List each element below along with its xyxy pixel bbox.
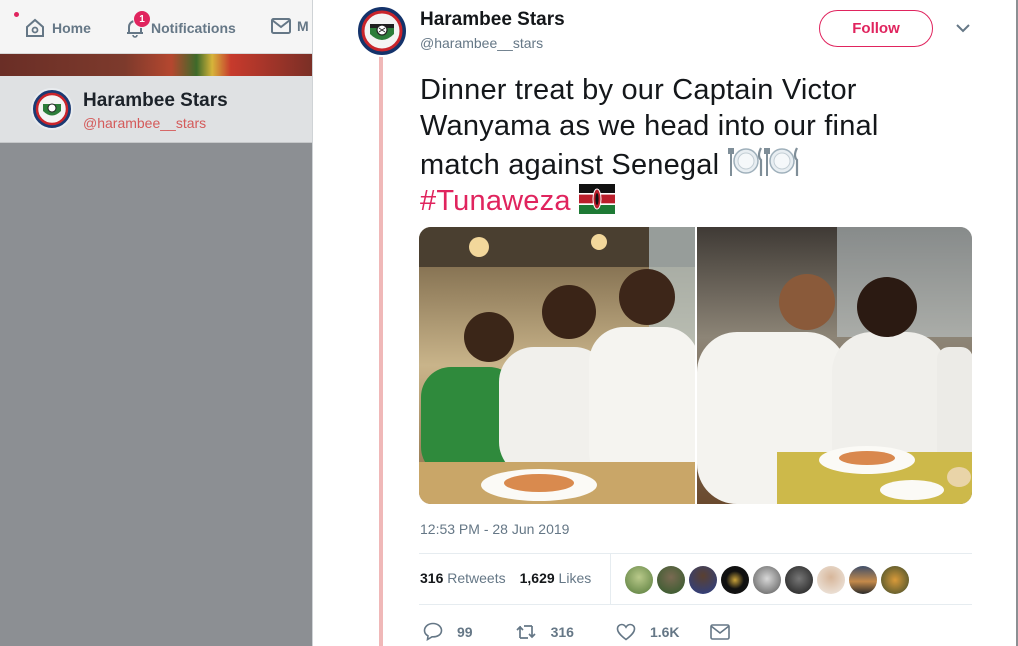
likes-count: 1,629	[519, 570, 555, 586]
background-profile-handle[interactable]: @harambee__stars	[83, 115, 206, 131]
federation-logo-icon	[361, 10, 403, 52]
liker-avatar[interactable]	[689, 566, 717, 594]
reply-icon	[423, 622, 443, 641]
retweets-label: Retweets	[447, 570, 506, 586]
retweets-stat[interactable]: 316 Retweets	[420, 570, 506, 586]
retweet-count: 316	[550, 623, 574, 640]
background-profile-card: Harambee Stars @harambee__stars	[0, 76, 312, 143]
liker-avatars	[625, 566, 909, 594]
avatar[interactable]	[31, 88, 73, 130]
nav-messages[interactable]: M	[271, 18, 309, 34]
fork-knife-plate-icon	[763, 147, 798, 176]
players-dinner-photo	[419, 227, 695, 504]
like-count: 1.6K	[649, 623, 680, 640]
liker-avatar[interactable]	[785, 566, 813, 594]
direct-message-button[interactable]	[709, 623, 730, 640]
tweet-actions: 99 316 1.6K	[423, 622, 730, 641]
envelope-icon	[271, 18, 291, 34]
likes-label: Likes	[558, 570, 592, 586]
background-profile-name[interactable]: Harambee Stars	[83, 90, 228, 112]
divider	[610, 554, 611, 604]
home-icon	[26, 18, 44, 37]
divider	[419, 604, 972, 605]
notification-badge: 1	[133, 10, 151, 28]
chevron-down-icon[interactable]	[953, 18, 973, 38]
liker-avatar[interactable]	[753, 566, 781, 594]
heart-icon	[616, 623, 636, 641]
profile-banner	[0, 54, 312, 76]
tweet-author-handle[interactable]: @harambee__stars	[420, 35, 543, 51]
nav-messages-label: M	[297, 18, 309, 34]
liker-avatar[interactable]	[657, 566, 685, 594]
retweet-button[interactable]: 316	[515, 623, 574, 641]
tweet-author-name[interactable]: Harambee Stars	[420, 9, 565, 31]
reply-count: 99	[457, 623, 473, 640]
like-button[interactable]: 1.6K	[616, 623, 680, 641]
reply-button[interactable]: 99	[423, 622, 473, 641]
likes-stat[interactable]: 1,629 Likes	[520, 570, 592, 586]
follow-button[interactable]: Follow	[819, 10, 933, 47]
kenya-flag-icon	[578, 184, 615, 214]
thread-line	[379, 56, 383, 646]
nav-home[interactable]: Home	[24, 18, 91, 38]
liker-avatar[interactable]	[849, 566, 877, 594]
page-overlay[interactable]	[0, 143, 312, 646]
tweet-stats: 316 Retweets 1,629 Likes	[420, 570, 591, 586]
liker-avatar[interactable]	[721, 566, 749, 594]
tweet-photo-2[interactable]	[696, 227, 972, 504]
retweet-icon	[515, 624, 536, 639]
liker-avatar[interactable]	[625, 566, 653, 594]
envelope-icon	[709, 623, 730, 640]
nav-notifications[interactable]: 1 Notifications	[125, 10, 236, 38]
players-dinner-photo	[696, 227, 972, 504]
divider	[419, 553, 972, 554]
tweet-media	[419, 227, 972, 504]
fork-knife-plate-icon	[727, 147, 762, 176]
unread-dot	[14, 12, 19, 17]
tweet-body: Dinner treat by our Captain Victor Wanya…	[420, 74, 879, 181]
retweets-count: 316	[420, 570, 444, 586]
hashtag-link[interactable]: #Tunaweza	[420, 185, 571, 217]
tweet-author-avatar[interactable]	[356, 5, 408, 57]
nav-notifications-label: Notifications	[151, 20, 236, 36]
liker-avatar[interactable]	[817, 566, 845, 594]
tweet-modal: Harambee Stars @harambee__stars Follow D…	[312, 0, 1017, 646]
tweet-timestamp[interactable]: 12:53 PM - 28 Jun 2019	[420, 521, 569, 537]
tweet-text: Dinner treat by our Captain Victor Wanya…	[420, 72, 960, 219]
tweet-photo-1[interactable]	[419, 227, 695, 504]
liker-avatar[interactable]	[881, 566, 909, 594]
federation-logo-icon	[35, 92, 69, 126]
nav-home-label: Home	[52, 20, 91, 36]
